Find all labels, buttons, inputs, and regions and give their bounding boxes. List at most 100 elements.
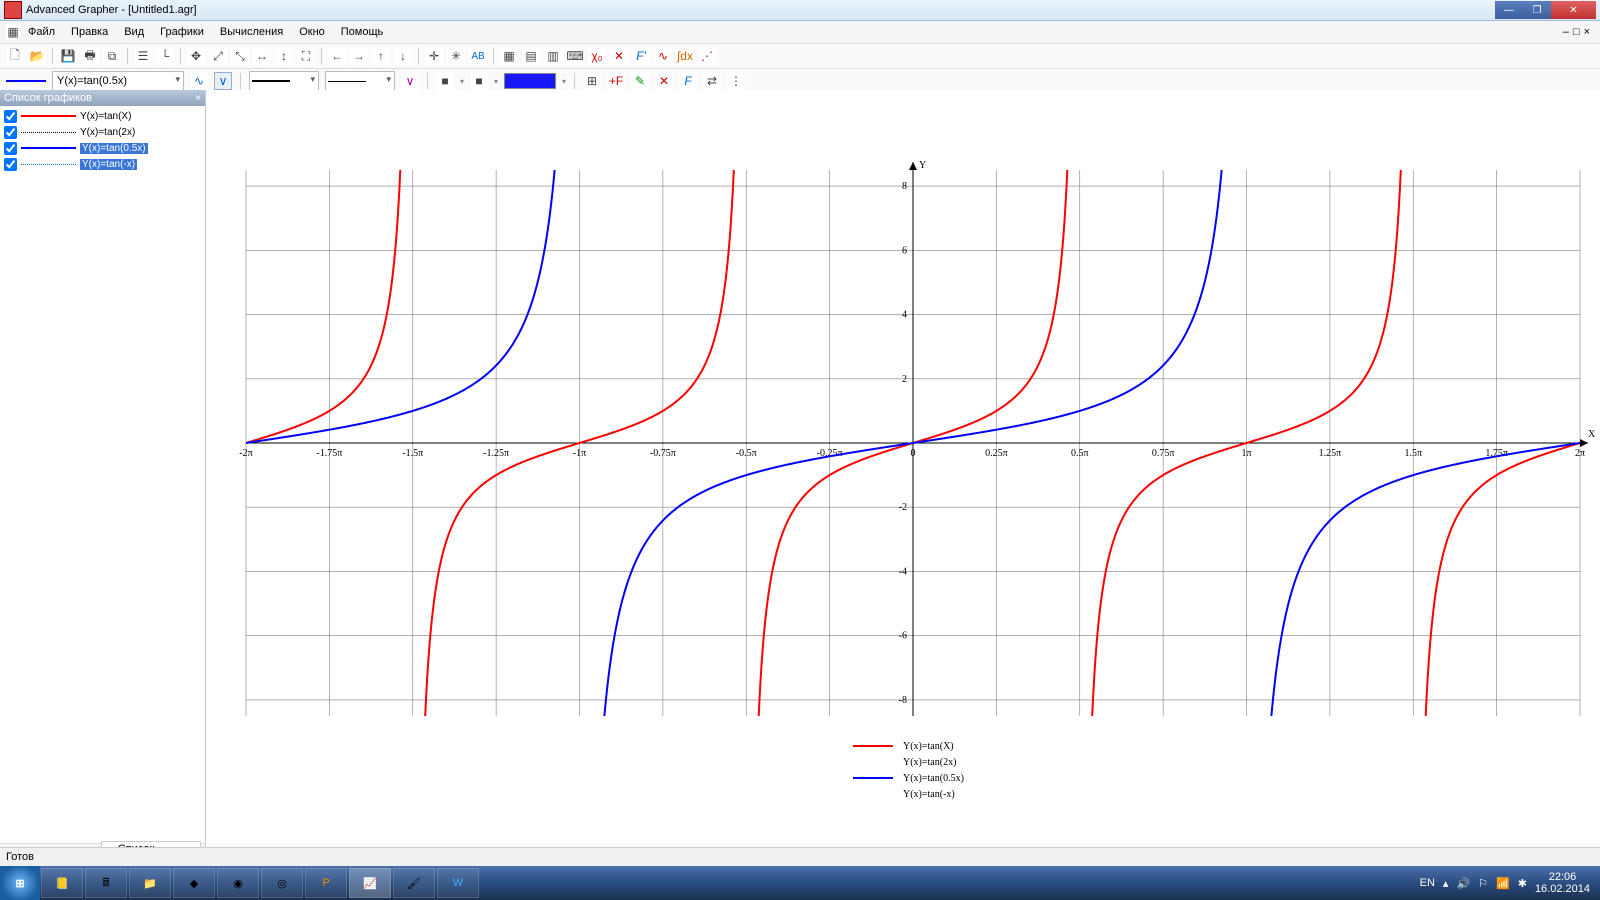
menu-window[interactable]: Окно (291, 24, 333, 40)
function-combo[interactable]: Y(x)=tan(0.5x) (52, 71, 184, 91)
trace-button[interactable]: ✛ (425, 47, 443, 65)
app-menu-icon[interactable]: ▦ (6, 24, 20, 40)
task-word[interactable]: W (437, 868, 479, 898)
mdi-maximize[interactable]: □ (1573, 26, 1580, 38)
graph-list-item[interactable]: Y(x)=tan(0.5x) (2, 140, 203, 156)
menu-edit[interactable]: Правка (63, 24, 116, 40)
copy-button[interactable]: ⧉ (103, 47, 121, 65)
task-ppt[interactable]: P (305, 868, 347, 898)
fit-y-button[interactable]: ↕ (275, 47, 293, 65)
integral-button[interactable]: ∫dx (676, 47, 694, 65)
graph-visible-checkbox[interactable] (4, 110, 17, 123)
task-paint[interactable]: 🖌 (393, 868, 435, 898)
dropdown-icon[interactable]: ▾ (494, 77, 498, 86)
pan-down-button[interactable]: ↓ (394, 47, 412, 65)
add-func-button[interactable]: ⊞ (583, 72, 601, 90)
table-button[interactable]: ▥ (544, 47, 562, 65)
pan-up-button[interactable]: ↑ (372, 47, 390, 65)
tray-action-icon[interactable]: ⚐ (1478, 877, 1488, 890)
menu-bar: ▦ Файл Правка Вид Графики Вычисления Окн… (0, 21, 1600, 44)
tangent-button[interactable]: ∿ (654, 47, 672, 65)
menu-file[interactable]: Файл (20, 24, 63, 40)
task-chrome[interactable]: ◉ (217, 868, 259, 898)
mdi-minimize[interactable]: – (1563, 26, 1569, 38)
maximize-button[interactable]: ❐ (1523, 1, 1551, 19)
tray-bt-icon[interactable]: ✱ (1518, 877, 1527, 890)
print-button[interactable]: 🖶 (81, 47, 99, 65)
calc-button[interactable]: ⌨ (566, 47, 584, 65)
marker2-icon[interactable]: ■ (470, 72, 488, 90)
minimize-button[interactable]: — (1495, 1, 1523, 19)
marker1-icon[interactable]: ■ (436, 72, 454, 90)
menu-view[interactable]: Вид (116, 24, 152, 40)
graph-canvas[interactable]: -2π-1.75π-1.5π-1.25π-1π-0.75π-0.5π-0.25π… (206, 90, 1600, 866)
task-explorer[interactable]: 📒 (41, 868, 83, 898)
pan-right-button[interactable]: → (350, 47, 368, 65)
tray-clock[interactable]: 22:0616.02.2014 (1535, 871, 1590, 895)
menu-graphs[interactable]: Графики (152, 24, 212, 40)
zoom-out-button[interactable]: ⤡ (231, 47, 249, 65)
system-tray: EN ▴ 🔊 ⚐ 📶 ✱ 22:0616.02.2014 (1410, 871, 1600, 895)
mdi-close[interactable]: × (1584, 26, 1590, 38)
task-calc[interactable]: 🖩 (85, 868, 127, 898)
start-button[interactable]: ⊞ (0, 866, 40, 900)
graph-visible-checkbox[interactable] (4, 126, 17, 139)
svg-text:Y(x)=tan(X): Y(x)=tan(X) (903, 741, 954, 752)
wave-style-icon[interactable]: ∿ (190, 72, 208, 90)
graph-list-item[interactable]: Y(x)=tan(X) (2, 108, 203, 124)
color-swatch[interactable] (504, 73, 556, 89)
svg-text:-6: -6 (899, 631, 907, 642)
menu-help[interactable]: Помощь (333, 24, 392, 40)
graph-label: Y(x)=tan(2x) (80, 127, 135, 138)
svg-text:1π: 1π (1241, 448, 1251, 459)
axes-button[interactable]: └ (156, 47, 174, 65)
fit-all-button[interactable]: ⛶ (297, 47, 315, 65)
tray-sound-icon[interactable]: 🔊 (1456, 877, 1470, 890)
zoom-in-button[interactable]: ⤢ (209, 47, 227, 65)
fit-x-button[interactable]: ↔ (253, 47, 271, 65)
edit-func-button[interactable]: ✎ (631, 72, 649, 90)
task-grapher[interactable]: 📈 (349, 868, 391, 898)
graph-visible-checkbox[interactable] (4, 142, 17, 155)
move-button[interactable]: ✥ (187, 47, 205, 65)
add-red-button[interactable]: +F (607, 72, 625, 90)
line-thick-combo[interactable] (249, 71, 319, 91)
task-app2[interactable]: ◎ (261, 868, 303, 898)
intersect-button[interactable]: ✕ (610, 47, 628, 65)
svg-text:8: 8 (902, 181, 907, 192)
graph-list-item[interactable]: Y(x)=tan(-x) (2, 156, 203, 172)
deriv-button[interactable]: F' (632, 47, 650, 65)
root-button[interactable]: χ₀ (588, 47, 606, 65)
swap-button[interactable]: ⇄ (703, 72, 721, 90)
grid2-button[interactable]: ▤ (522, 47, 540, 65)
task-folder[interactable]: 📁 (129, 868, 171, 898)
dropdown-icon[interactable]: ▾ (460, 77, 464, 86)
svg-text:0.5π: 0.5π (1071, 448, 1089, 459)
dup-func-button[interactable]: F (679, 72, 697, 90)
save-button[interactable]: 💾 (59, 47, 77, 65)
svg-text:0.75π: 0.75π (1152, 448, 1175, 459)
crosshair-button[interactable]: ✳ (447, 47, 465, 65)
graph-list-item[interactable]: Y(x)=tan(2x) (2, 124, 203, 140)
dropdown-icon[interactable]: ▾ (562, 77, 566, 86)
open-button[interactable]: 📂 (28, 47, 46, 65)
menu-calc[interactable]: Вычисления (212, 24, 291, 40)
label-button[interactable]: AB (469, 47, 487, 65)
vshape-icon[interactable]: ∨ (401, 72, 419, 90)
grid-button[interactable]: ▦ (500, 47, 518, 65)
tray-up-icon[interactable]: ▴ (1443, 877, 1449, 890)
tray-net-icon[interactable]: 📶 (1496, 877, 1510, 890)
line-style-icon[interactable]: ∨ (214, 72, 232, 90)
tray-lang[interactable]: EN (1420, 877, 1435, 889)
list-button[interactable]: ☰ (134, 47, 152, 65)
task-app1[interactable]: ◆ (173, 868, 215, 898)
more-button[interactable]: ⋮ (727, 72, 745, 90)
delete-func-button[interactable]: ✕ (655, 72, 673, 90)
new-button[interactable]: 🗋 (6, 47, 24, 65)
regress-button[interactable]: ⋰ (698, 47, 716, 65)
graph-visible-checkbox[interactable] (4, 158, 17, 171)
panel-close-button[interactable]: × (195, 93, 201, 104)
close-button[interactable]: ✕ (1551, 1, 1596, 19)
pan-left-button[interactable]: ← (328, 47, 346, 65)
line-dash-combo[interactable] (325, 71, 395, 91)
